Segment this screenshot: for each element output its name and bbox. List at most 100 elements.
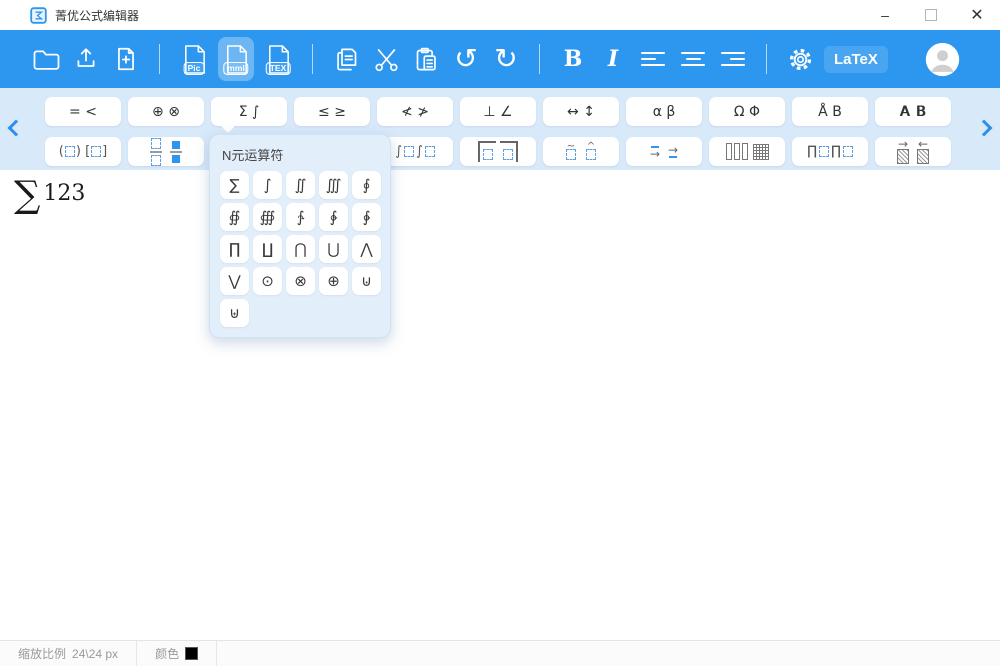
export-button[interactable] — [69, 37, 103, 81]
symbol-tab-greek-lowercase[interactable]: α β — [626, 97, 702, 126]
symbol-tab-nary-operators[interactable]: Σ ∫ — [211, 97, 287, 126]
symbol-tab-label: ⊥ ∠ — [483, 104, 512, 120]
app-window: 菁优公式编辑器 – ✕ — [0, 0, 1000, 666]
maximize-button[interactable] — [908, 0, 954, 30]
symbol-tab-label: ↔ ↕ — [567, 104, 595, 120]
gear-icon — [787, 46, 814, 73]
symbol-tab-arrows[interactable]: ↔ ↕ — [543, 97, 619, 126]
symbol-tab-accented-letters[interactable]: Å B — [792, 97, 868, 126]
close-button[interactable]: ✕ — [954, 0, 1000, 30]
scroll-right-icon[interactable] — [976, 120, 993, 137]
clipboard-icon — [413, 46, 440, 73]
nary-symbol-sum[interactable]: ∑ — [220, 171, 249, 199]
popup-title: N元运算符 — [222, 145, 380, 164]
symbol-tab-matrix-templates[interactable] — [709, 137, 785, 166]
nary-symbol-integral[interactable]: ∫ — [253, 171, 282, 199]
editor-canvas[interactable]: ∑ 123 — [0, 170, 1000, 640]
symbol-tab-radical-templates[interactable] — [460, 137, 536, 166]
symbol-tab-geometry[interactable]: ⊥ ∠ — [460, 97, 536, 126]
symbol-palette: = < ⊕ ⊗ Σ ∫ ≤ ≥≮ ≯ ⊥ ∠ ↔ ↕ α βΩ ΦÅ B A B () [] ∫… — [0, 88, 1000, 170]
open-file-button[interactable] — [29, 37, 63, 81]
export-tex-button[interactable]: TEX — [260, 37, 296, 81]
undo-button[interactable]: ↺ — [449, 37, 483, 81]
new-file-button[interactable] — [109, 37, 143, 81]
nary-symbol-clockwise-integral[interactable]: ∱ — [286, 203, 315, 231]
symbol-tab-double-struck-letters[interactable]: A B — [875, 97, 951, 126]
nary-symbol-intersection[interactable]: ⋂ — [286, 235, 315, 263]
color-swatch[interactable] — [185, 647, 198, 660]
align-left-button[interactable] — [636, 37, 670, 81]
symbol-tab-labeled-arrow-templates[interactable]: →→ — [626, 137, 702, 166]
paste-button[interactable] — [409, 37, 443, 81]
italic-button[interactable]: I — [596, 37, 630, 81]
open-folder-icon — [32, 47, 61, 71]
integral-templates-icon: ∫∫ — [394, 144, 436, 159]
nary-operators-popup: N元运算符 ∑∫∬∭∮ ∯∰∱∲∳ ∏∐⋂⋃⋀ ⋁⊙⊗⊕⊍ ⊎ — [209, 134, 391, 338]
nary-symbol-circled-dot[interactable]: ⊙ — [253, 267, 282, 295]
pic-label: Pic — [184, 62, 205, 75]
cut-button[interactable] — [369, 37, 403, 81]
minimize-button[interactable]: – — [862, 0, 908, 30]
align-right-icon — [721, 52, 745, 66]
copy-button[interactable] — [329, 37, 363, 81]
symbol-tabs-row1: = < ⊕ ⊗ Σ ∫ ≤ ≥≮ ≯ ⊥ ∠ ↔ ↕ α βΩ ΦÅ B A B — [45, 97, 951, 126]
bold-icon: B — [564, 46, 583, 72]
symbol-tab-greek-uppercase[interactable]: Ω Φ — [709, 97, 785, 126]
nary-symbol-logical-or[interactable]: ⋁ — [220, 267, 249, 295]
symbol-tab-fraction-templates[interactable] — [128, 137, 204, 166]
symbol-tab-shaded-box-templates[interactable]: →← — [875, 137, 951, 166]
symbol-tab-label: A B — [900, 104, 927, 120]
main-toolbar: Pic mml TEX — [0, 30, 1000, 88]
redo-button[interactable]: ↻ — [489, 37, 523, 81]
nary-symbol-double-integral[interactable]: ∬ — [286, 171, 315, 199]
title-bar: 菁优公式编辑器 – ✕ — [0, 0, 1000, 30]
symbol-tab-bracket-templates[interactable]: () [] — [45, 137, 121, 166]
nary-symbol-contour-integral[interactable]: ∮ — [352, 171, 381, 199]
formula-content: ∑ 123 — [14, 176, 85, 213]
nary-symbol-circled-plus[interactable]: ⊕ — [319, 267, 348, 295]
settings-button[interactable] — [783, 37, 817, 81]
export-mml-button[interactable]: mml — [218, 37, 254, 81]
scroll-left-icon[interactable] — [8, 120, 25, 137]
symbol-tab-negated-relations[interactable]: ≮ ≯ — [377, 97, 453, 126]
nary-symbol-volume-integral[interactable]: ∰ — [253, 203, 282, 231]
latex-mode-button[interactable]: LaTeX — [824, 46, 888, 73]
symbol-tab-circled-operators[interactable]: ⊕ ⊗ — [128, 97, 204, 126]
bracket-templates-icon: () [] — [59, 144, 107, 159]
bold-button[interactable]: B — [556, 37, 590, 81]
nary-symbol-union[interactable]: ⋃ — [319, 235, 348, 263]
radical-templates-icon — [476, 141, 520, 162]
nary-symbol-surface-integral[interactable]: ∯ — [220, 203, 249, 231]
nary-symbol-logical-and[interactable]: ⋀ — [352, 235, 381, 263]
export-pic-button[interactable]: Pic — [176, 37, 212, 81]
nary-symbol-coproduct[interactable]: ∐ — [253, 235, 282, 263]
symbol-tab-inequalities[interactable]: ≤ ≥ — [294, 97, 370, 126]
nary-symbol-union-with-dot[interactable]: ⊍ — [352, 267, 381, 295]
color-status: 颜色 — [137, 641, 216, 666]
symbol-tab-relations[interactable]: = < — [45, 97, 121, 126]
symbol-tab-label: Σ ∫ — [239, 104, 260, 120]
align-center-button[interactable] — [676, 37, 710, 81]
maximize-icon — [925, 9, 937, 21]
mml-label: mml — [223, 62, 248, 75]
toolbar-separator — [766, 44, 767, 74]
matrix-templates-icon — [726, 143, 769, 160]
user-avatar[interactable] — [925, 42, 960, 77]
labeled-arrow-templates-icon: →→ — [646, 145, 682, 159]
zoom-value: 24\24 px — [72, 647, 118, 661]
nary-symbol-product[interactable]: ∏ — [220, 235, 249, 263]
nary-symbol-triple-integral[interactable]: ∭ — [319, 171, 348, 199]
symbol-tab-accent-templates[interactable]: ~^ — [543, 137, 619, 166]
nary-symbol-union-with-plus[interactable]: ⊎ — [220, 299, 249, 327]
symbol-tab-limit-templates[interactable]: ∏∏ — [792, 137, 868, 166]
formula-text: 123 — [43, 181, 85, 206]
color-label: 颜色 — [155, 645, 179, 662]
nary-symbol-anticlockwise-contour-integral[interactable]: ∳ — [352, 203, 381, 231]
toolbar-separator — [312, 44, 313, 74]
nary-symbol-circled-times[interactable]: ⊗ — [286, 267, 315, 295]
symbol-tab-label: ⊕ ⊗ — [152, 104, 180, 120]
redo-icon: ↻ — [494, 45, 517, 73]
nary-symbol-clockwise-contour-integral[interactable]: ∲ — [319, 203, 348, 231]
align-right-button[interactable] — [716, 37, 750, 81]
tex-label: TEX — [266, 62, 291, 75]
